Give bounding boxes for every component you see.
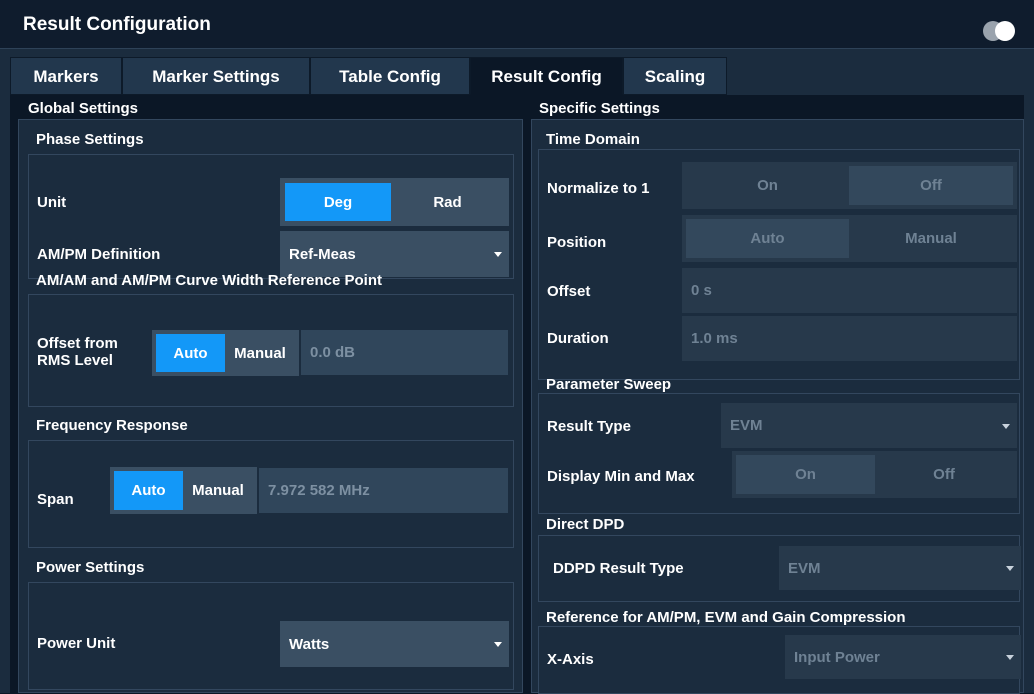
- specific-settings-heading: Specific Settings: [539, 100, 660, 117]
- position-option-manual[interactable]: Manual: [849, 219, 1013, 258]
- result-configuration-dialog: Result Configuration Markers Marker Sett…: [0, 0, 1034, 694]
- result-type-dropdown[interactable]: EVM: [721, 403, 1017, 448]
- minmax-option-off[interactable]: Off: [875, 455, 1013, 494]
- curve-offset-segmented-control: Auto Manual: [152, 330, 299, 376]
- position-label: Position: [547, 234, 607, 251]
- x-axis-dropdown[interactable]: Input Power: [785, 635, 1021, 679]
- ddpd-result-type-label: DDPD Result Type: [553, 560, 684, 577]
- span-segmented-control: Auto Manual: [110, 467, 257, 514]
- span-option-auto[interactable]: Auto: [114, 471, 183, 510]
- ampm-definition-dropdown[interactable]: Ref-Meas: [280, 231, 509, 277]
- direct-dpd-group: DDPD Result Type EVM: [538, 535, 1021, 602]
- time-domain-group: Normalize to 1 On Off Position Auto Manu…: [538, 149, 1020, 380]
- power-unit-label: Power Unit: [37, 635, 116, 652]
- offset-label: Offset: [547, 283, 591, 300]
- display-min-max-segmented-control: On Off: [732, 451, 1017, 498]
- time-domain-heading: Time Domain: [546, 131, 640, 148]
- chevron-down-icon: [1006, 566, 1014, 571]
- toggle-switch-icon[interactable]: [983, 21, 1019, 43]
- ampm-definition-value: Ref-Meas: [289, 245, 356, 263]
- tab-scaling[interactable]: Scaling: [623, 57, 727, 95]
- result-type-value: EVM: [730, 417, 763, 434]
- frequency-response-group: Span Auto Manual 7.972 582 MHz: [28, 440, 514, 548]
- offset-field[interactable]: 0 s: [682, 268, 1017, 313]
- global-settings-heading: Global Settings: [28, 100, 139, 117]
- curve-offset-option-auto[interactable]: Auto: [156, 334, 225, 372]
- display-min-max-label: Display Min and Max: [547, 468, 695, 485]
- unit-label: Unit: [37, 194, 67, 211]
- x-axis-label: X-Axis: [547, 651, 594, 668]
- ampm-definition-label: AM/PM Definition: [37, 246, 161, 263]
- curve-width-heading: AM/AM and AM/PM Curve Width Reference Po…: [36, 272, 382, 289]
- tab-result-config[interactable]: Result Config: [470, 57, 623, 95]
- phase-settings-group: Unit Deg Rad AM/PM Definition Ref-Meas: [28, 154, 514, 279]
- chevron-down-icon: [494, 252, 502, 257]
- position-option-auto[interactable]: Auto: [686, 219, 849, 258]
- frequency-response-heading: Frequency Response: [36, 417, 188, 434]
- reference-heading: Reference for AM/PM, EVM and Gain Compre…: [546, 609, 906, 626]
- phase-settings-heading: Phase Settings: [36, 131, 144, 148]
- ddpd-result-type-dropdown[interactable]: EVM: [779, 546, 1021, 590]
- span-value-field[interactable]: 7.972 582 MHz: [259, 468, 508, 513]
- curve-offset-option-manual[interactable]: Manual: [225, 334, 295, 372]
- tab-markers[interactable]: Markers: [10, 57, 122, 95]
- specific-settings-panel: Time Domain Normalize to 1 On Off Positi…: [531, 119, 1024, 694]
- dialog-title: Result Configuration: [23, 14, 211, 35]
- offset-label-line2: RMS Level: [37, 352, 113, 369]
- normalize-option-on[interactable]: On: [686, 166, 849, 205]
- chevron-down-icon: [1006, 655, 1014, 660]
- tab-content: Global Settings Phase Settings Unit Deg …: [10, 95, 1024, 694]
- title-bar: Result Configuration: [0, 0, 1034, 49]
- duration-label: Duration: [547, 330, 609, 347]
- duration-field[interactable]: 1.0 ms: [682, 316, 1017, 361]
- unit-option-deg[interactable]: Deg: [285, 183, 391, 221]
- direct-dpd-heading: Direct DPD: [546, 516, 625, 533]
- unit-segmented-control: Deg Rad: [280, 178, 509, 226]
- span-label: Span: [37, 491, 74, 508]
- chevron-down-icon: [494, 642, 502, 647]
- reference-group: X-Axis Input Power: [538, 626, 1021, 694]
- global-settings-panel: Phase Settings Unit Deg Rad AM/PM Defini…: [18, 119, 523, 693]
- power-settings-group: Power Unit Watts: [28, 582, 514, 690]
- minmax-option-on[interactable]: On: [736, 455, 875, 494]
- result-type-label: Result Type: [547, 418, 631, 435]
- curve-offset-value-field[interactable]: 0.0 dB: [301, 330, 508, 375]
- parameter-sweep-group: Result Type EVM Display Min and Max On O…: [538, 393, 1020, 514]
- power-unit-dropdown[interactable]: Watts: [280, 621, 509, 667]
- chevron-down-icon: [1002, 423, 1010, 429]
- x-axis-value: Input Power: [794, 648, 880, 666]
- normalize-segmented-control: On Off: [682, 162, 1017, 209]
- position-segmented-control: Auto Manual: [682, 215, 1017, 262]
- tab-table-config[interactable]: Table Config: [310, 57, 470, 95]
- ddpd-result-type-value: EVM: [788, 559, 821, 577]
- unit-option-rad[interactable]: Rad: [391, 183, 504, 221]
- tab-marker-settings[interactable]: Marker Settings: [122, 57, 310, 95]
- curve-width-group: Offset from RMS Level Auto Manual 0.0 dB: [28, 294, 514, 407]
- span-option-manual[interactable]: Manual: [183, 471, 253, 510]
- normalize-option-off[interactable]: Off: [849, 166, 1013, 205]
- parameter-sweep-heading: Parameter Sweep: [546, 376, 672, 393]
- power-settings-heading: Power Settings: [36, 559, 145, 576]
- offset-label-line1: Offset from: [37, 335, 118, 352]
- normalize-label: Normalize to 1: [547, 180, 650, 197]
- power-unit-value: Watts: [289, 635, 330, 653]
